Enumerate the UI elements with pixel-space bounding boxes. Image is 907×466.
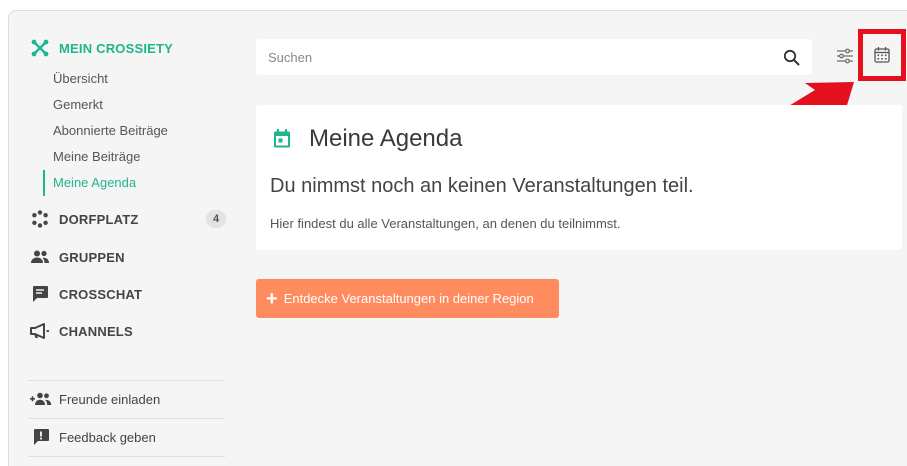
agenda-title: Meine Agenda xyxy=(309,125,463,152)
dorfplatz-icon xyxy=(30,209,50,229)
invite-friends-label: Freunde einladen xyxy=(59,391,161,407)
sidebar-item-gemerkt[interactable]: Gemerkt xyxy=(53,92,230,118)
sidebar: MEIN CROSSIETY Übersicht Gemerkt Abonnie… xyxy=(30,36,230,196)
sub-nav: Übersicht Gemerkt Abonnierte Beiträge Me… xyxy=(43,66,230,196)
nav-channels[interactable]: CHANNELS xyxy=(30,319,133,343)
search-input[interactable] xyxy=(268,49,783,65)
nav-label: GRUPPEN xyxy=(59,249,125,265)
discover-events-label: Entdecke Veranstaltungen in deiner Regio… xyxy=(283,291,534,306)
filter-settings-icon[interactable] xyxy=(836,47,854,65)
calendar-icon[interactable] xyxy=(873,46,891,64)
feedback-button[interactable]: Feedback geben xyxy=(30,426,156,448)
nav-crosschat[interactable]: CROSSCHAT xyxy=(30,282,142,306)
sidebar-item-uebersicht[interactable]: Übersicht xyxy=(53,66,230,92)
calendar-event-icon xyxy=(273,129,291,149)
plus-icon: + xyxy=(266,287,278,310)
sidebar-item-abonnierte-beitraege[interactable]: Abonnierte Beiträge xyxy=(53,118,230,144)
nav-mein-crossiety[interactable]: MEIN CROSSIETY xyxy=(30,36,230,60)
nav-dorfplatz[interactable]: DORFPLATZ 4 xyxy=(30,207,226,231)
discover-events-button[interactable]: + Entdecke Veranstaltungen in deiner Reg… xyxy=(256,279,559,318)
count-badge: 4 xyxy=(206,210,226,228)
nav-label: DORFPLATZ xyxy=(59,211,139,227)
crossiety-logo-icon xyxy=(30,38,50,58)
sidebar-item-meine-agenda[interactable]: Meine Agenda xyxy=(43,170,230,196)
divider xyxy=(28,418,225,419)
feedback-label: Feedback geben xyxy=(59,429,156,445)
nav-label: MEIN CROSSIETY xyxy=(59,40,174,56)
feedback-icon xyxy=(30,427,52,447)
divider xyxy=(28,456,225,457)
agenda-description: Hier findest du alle Veranstaltungen, an… xyxy=(270,216,621,231)
search-bar xyxy=(256,39,812,75)
page-title: Meine Agenda xyxy=(273,125,462,153)
nav-gruppen[interactable]: GRUPPEN xyxy=(30,245,125,269)
nav-label: CROSSCHAT xyxy=(59,286,143,302)
add-friends-icon xyxy=(30,389,52,409)
search-icon[interactable] xyxy=(783,49,800,66)
nav-label: CHANNELS xyxy=(59,323,133,339)
sidebar-item-meine-beitraege[interactable]: Meine Beiträge xyxy=(53,144,230,170)
agenda-subtitle: Du nimmst noch an keinen Veranstaltungen… xyxy=(270,175,694,197)
megaphone-icon xyxy=(30,321,50,341)
chat-icon xyxy=(30,284,50,304)
divider xyxy=(28,380,225,381)
group-icon xyxy=(30,247,50,267)
invite-friends-button[interactable]: Freunde einladen xyxy=(30,388,160,410)
agenda-card: Meine Agenda Du nimmst noch an keinen Ve… xyxy=(256,105,902,250)
